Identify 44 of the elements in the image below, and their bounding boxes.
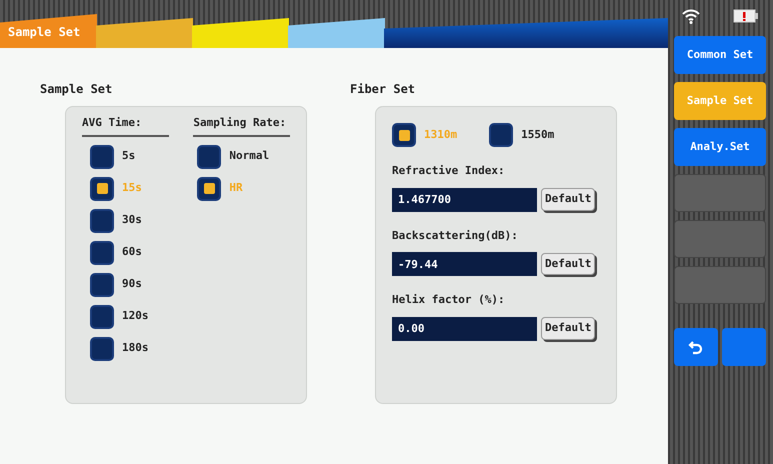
column-heading: AVG Time: (82, 115, 170, 136)
sidebar-button[interactable]: Analy.Set (674, 128, 766, 166)
input-field[interactable]: -79.44 (392, 252, 537, 276)
section-title: Fiber Set (350, 81, 416, 98)
default-button[interactable]: Default (541, 252, 596, 276)
radio-button[interactable] (489, 123, 514, 147)
option-label: 5s (122, 148, 136, 164)
option-label: 1310m (424, 126, 458, 143)
radio-button[interactable] (90, 240, 114, 264)
field-label: Refractive Index: (392, 163, 506, 179)
radio-button[interactable] (197, 176, 222, 200)
option-label: 60s (122, 244, 142, 260)
radio-button[interactable] (90, 304, 114, 328)
back-button[interactable] (674, 328, 718, 366)
field-label: Helix factor (%): (392, 292, 506, 308)
field-label: Backscattering(dB): (392, 228, 519, 244)
default-button[interactable]: Default (541, 317, 596, 340)
radio-button[interactable] (90, 336, 114, 360)
default-button[interactable]: Default (541, 188, 596, 211)
radio-button[interactable] (90, 272, 114, 296)
radio-button[interactable] (90, 144, 114, 168)
tab[interactable] (96, 18, 193, 48)
radio-button[interactable] (90, 208, 114, 232)
radio-button[interactable] (197, 144, 222, 168)
option-label: Normal (229, 148, 270, 164)
radio-button[interactable] (90, 176, 114, 200)
option-label: HR (229, 180, 243, 196)
section-title: Sample Set (40, 81, 114, 98)
option-label: 30s (122, 212, 142, 228)
column-heading: Sampling Rate: (193, 115, 290, 136)
tab[interactable] (288, 18, 385, 48)
input-field[interactable]: 0.00 (392, 316, 537, 340)
option-label: 15s (122, 180, 142, 196)
sidebar-button[interactable]: Common Set (674, 36, 766, 74)
battery-icon (733, 9, 759, 23)
option-label: 90s (122, 276, 142, 292)
wifi-icon (682, 8, 700, 24)
option-label: 120s (122, 308, 148, 324)
tab[interactable] (192, 18, 289, 48)
back-icon (688, 338, 704, 355)
option-label: 180s (122, 340, 148, 356)
input-field[interactable]: 1.467700 (392, 188, 537, 212)
radio-button[interactable] (392, 123, 416, 147)
option-label: 1550m (521, 126, 554, 143)
